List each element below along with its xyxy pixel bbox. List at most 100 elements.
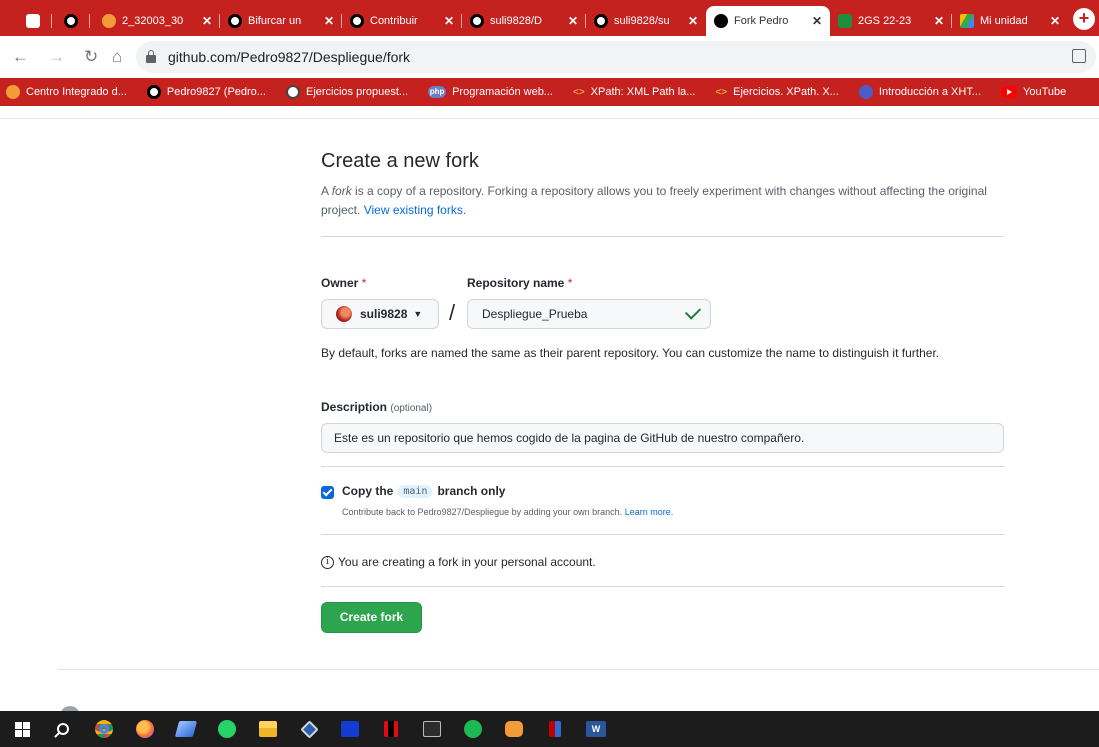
repository-name-input[interactable]: Despliegue_Prueba [467,299,711,329]
repo-label-text: Repository name [467,276,565,290]
description-label: Description (optional) [321,400,432,414]
copy-label-text: Copy the [342,484,394,498]
bookmark-label: Pedro9827 (Pedro... [166,86,266,98]
back-icon[interactable]: ← [12,48,29,66]
browser-tab-strip: 2_32003_30 ✕ Bifurcar un ✕ Contribuir ✕ … [0,0,1099,36]
code-icon: <> [715,86,728,98]
terminal-icon[interactable] [422,719,442,739]
php-icon: php [428,86,447,98]
tab-3[interactable]: Bifurcar un ✕ [220,6,342,36]
section-divider [321,466,1004,467]
tab-title: suli9828/su [614,15,670,27]
copy-label-text: branch only [437,484,506,498]
address-bar[interactable]: github.com/Pedro9827/Despliegue/fork [136,41,1096,73]
app-icon[interactable] [504,719,524,739]
reload-icon[interactable]: ↻ [84,48,98,66]
tab-title: Mi unidad [980,15,1028,27]
netflix-icon[interactable] [381,719,401,739]
github-icon [594,14,608,28]
tab-title: 2GS 22-23 [858,15,912,27]
avatar [336,306,352,322]
tab-5[interactable]: suli9828/D ✕ [462,6,586,36]
tab-9[interactable]: Mi unidad ✕ [952,6,1068,36]
tab-title: Contribuir [370,15,418,27]
copy-branch-help: Contribute back to Pedro9827/Despliegue … [342,507,673,517]
owner-repo-separator: / [449,300,456,325]
close-icon[interactable]: ✕ [568,14,578,28]
new-tab-button[interactable]: + [1073,8,1095,30]
github-icon [470,14,484,28]
description-label-text: Description [321,400,388,414]
windows-start-icon[interactable] [12,719,32,739]
bookmark-item[interactable]: Pedro9827 (Pedro... [146,85,266,99]
url-text: github.com/Pedro9827/Despliegue/fork [168,49,411,65]
optional-hint: (optional) [390,403,433,414]
tab-2[interactable]: 2_32003_30 ✕ [94,6,220,36]
share-icon[interactable] [1072,49,1086,63]
fork-description: A fork is a copy of a repository. Forkin… [321,182,1004,220]
close-icon[interactable]: ✕ [688,14,698,28]
drive-icon [960,14,974,28]
home-icon[interactable]: ⌂ [112,48,122,66]
chevron-down-icon: ▼ [413,309,423,319]
spotify-icon[interactable] [463,719,483,739]
owner-dropdown[interactable]: suli9828 ▼ [321,299,439,329]
virtualbox-icon[interactable] [299,719,319,739]
whatsapp-icon[interactable] [217,719,237,739]
bookmark-item[interactable]: YouTube [1001,86,1066,98]
disney-plus-icon[interactable] [340,719,360,739]
bookmark-label: Introducción a XHT... [878,86,981,98]
bookmark-item[interactable]: Centro Integrado d... [6,85,127,99]
github-icon [350,14,364,28]
required-mark: * [567,276,573,290]
bookmark-label: Programación web... [452,86,553,98]
tab-8[interactable]: 2GS 22-23 ✕ [830,6,952,36]
tab-title: suli9828/D [490,15,542,27]
bookmark-label: XPath: XML Path la... [590,86,696,98]
close-icon[interactable]: ✕ [324,14,334,28]
create-fork-button[interactable]: Create fork [321,602,422,633]
tab-title: 2_32003_30 [122,15,184,27]
filezilla-icon[interactable] [545,719,565,739]
close-icon[interactable]: ✕ [812,14,822,28]
lead-emphasis: fork [331,184,352,198]
copy-main-branch-checkbox[interactable] [321,486,334,499]
copy-branch-label[interactable]: Copy the main branch only [342,484,505,498]
bookmark-item[interactable]: <> Ejercicios. XPath. X... [715,86,838,98]
section-divider [321,534,1004,535]
chrome-icon[interactable] [94,719,114,739]
firefox-icon[interactable] [135,719,155,739]
footer-divider [58,669,1099,670]
bookmark-item[interactable]: Introducción a XHT... [858,85,981,99]
bookmark-item[interactable]: Ejercicios propuest... [285,85,409,99]
forward-icon[interactable]: → [48,48,65,66]
close-icon[interactable]: ✕ [934,14,944,28]
code-icon: <> [572,86,585,98]
bookmarks-bar: Centro Integrado d... Pedro9827 (Pedro..… [0,78,1099,106]
word-icon[interactable]: W [586,719,606,739]
tab-title: Fork Pedro [734,15,789,27]
tab-4[interactable]: Contribuir ✕ [342,6,462,36]
close-icon[interactable]: ✕ [444,14,454,28]
close-icon[interactable]: ✕ [1050,14,1060,28]
tab-title: Bifurcar un [248,15,302,27]
page-title: Create a new fork [321,150,479,172]
lead-text: A [321,184,332,198]
view-existing-forks-link[interactable]: View existing forks. [364,203,467,217]
description-input[interactable]: Este es un repositorio que hemos cogido … [321,423,1004,453]
owner-label-text: Owner [321,276,359,290]
close-icon[interactable]: ✕ [202,14,212,28]
notes-icon[interactable] [174,719,198,739]
search-icon[interactable] [53,719,73,739]
section-divider [321,586,1004,587]
tab-1[interactable] [56,6,90,36]
learn-more-link[interactable]: Learn more. [625,507,674,517]
file-explorer-icon[interactable] [258,719,278,739]
tab-6[interactable]: suli9828/su ✕ [586,6,706,36]
tab-active-fork[interactable]: Fork Pedro ✕ [706,6,830,36]
bookmark-item[interactable]: php Programación web... [428,86,553,98]
bookmark-item[interactable]: <> XPath: XML Path la... [573,86,695,98]
bookmark-label: Ejercicios propuest... [305,86,409,98]
tab-0[interactable] [18,6,52,36]
youtube-icon [1001,86,1017,98]
